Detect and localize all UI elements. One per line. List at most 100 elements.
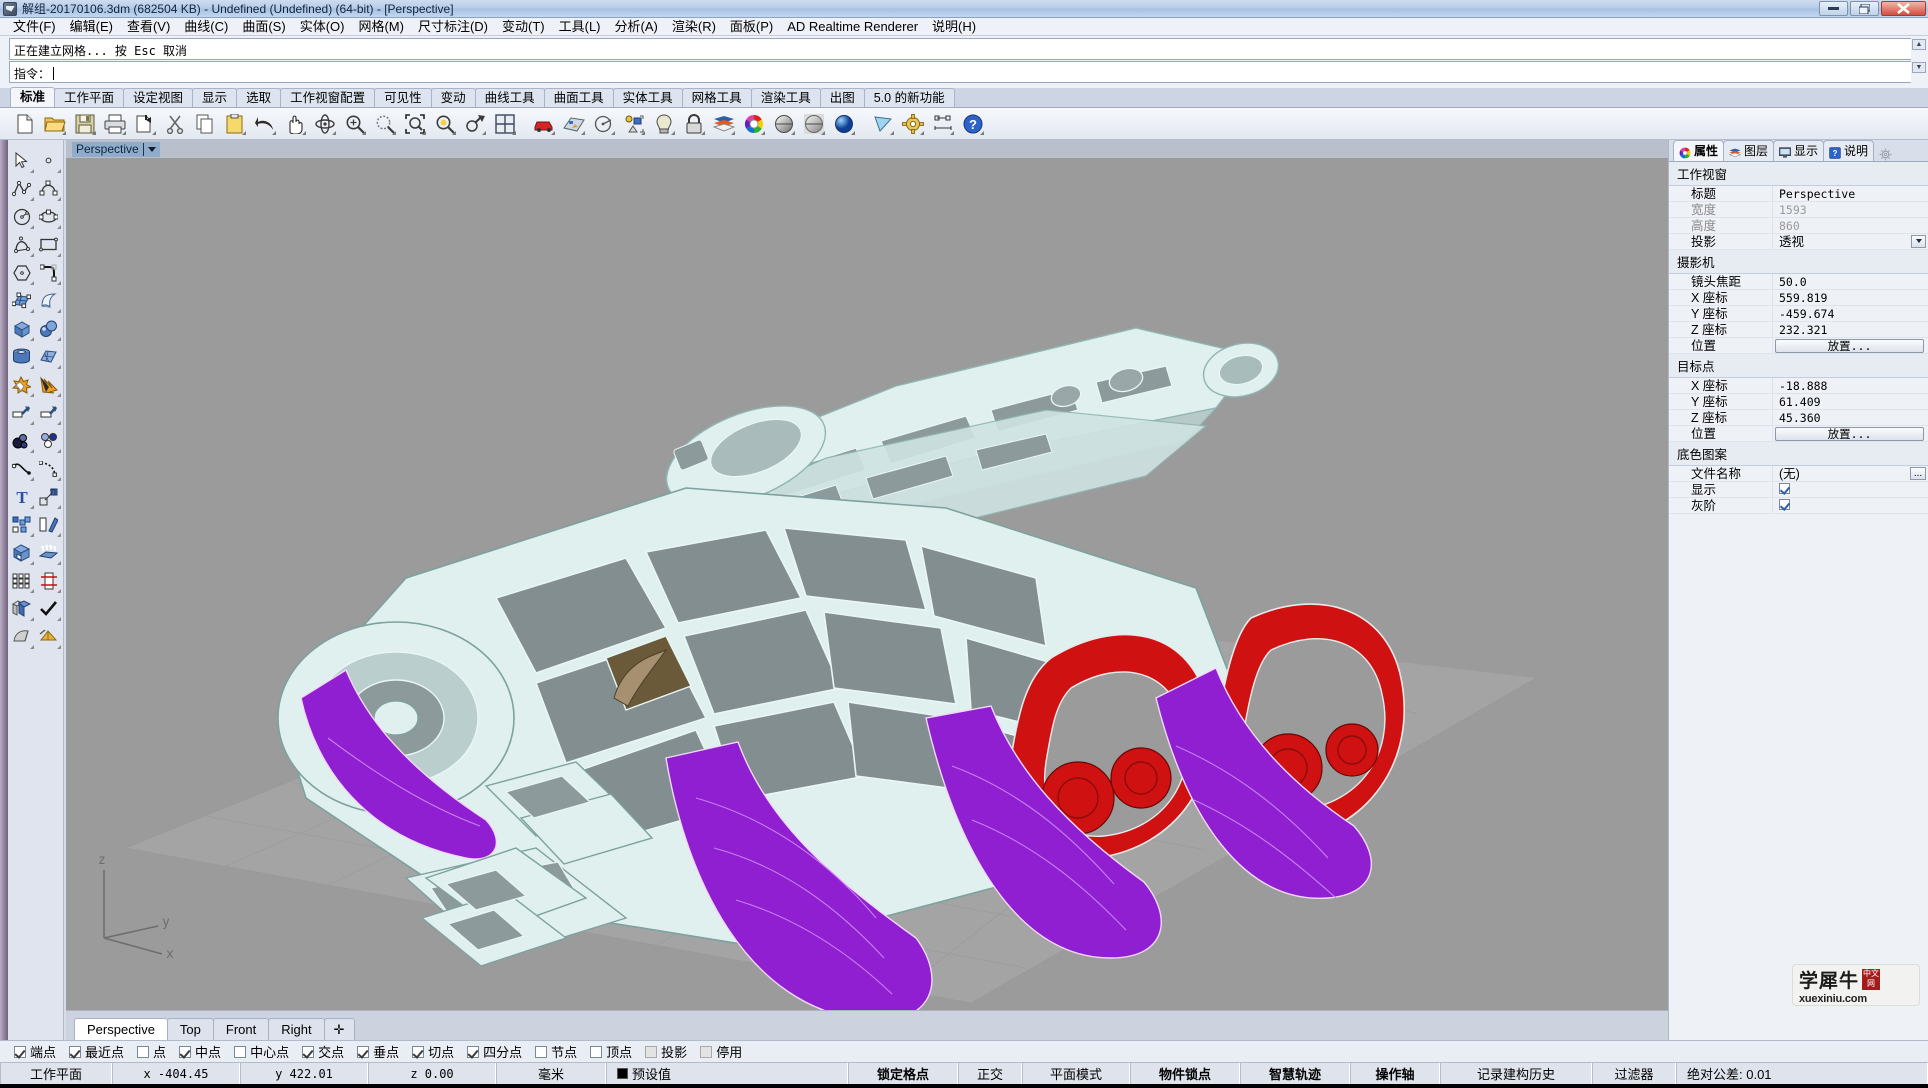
property-row-camera-z[interactable]: Z 座标 232.321: [1669, 321, 1928, 338]
ghosted-display-button[interactable]: [801, 111, 827, 137]
boolean-difference-tool[interactable]: [9, 596, 34, 621]
status-toggle-ortho[interactable]: 正交: [958, 1063, 1022, 1084]
loft-tool[interactable]: [36, 288, 61, 313]
color-button[interactable]: [741, 111, 767, 137]
lock-button[interactable]: [681, 111, 707, 137]
panel-tab-properties[interactable]: 属性: [1673, 140, 1725, 161]
osnap-intersection-checkbox[interactable]: [302, 1045, 315, 1058]
menu-tools[interactable]: 工具(L): [552, 18, 608, 36]
ribbon-tab-select[interactable]: 选取: [236, 88, 282, 107]
osnap-center[interactable]: 中心点: [234, 1042, 289, 1061]
osnap-perpendicular[interactable]: 垂点: [357, 1042, 399, 1061]
menu-file[interactable]: 文件(F): [6, 18, 63, 36]
osnap-near-checkbox[interactable]: [69, 1045, 82, 1058]
zoom-in-button[interactable]: [342, 111, 368, 137]
dimension-button[interactable]: [930, 111, 956, 137]
save-button[interactable]: [72, 111, 98, 137]
analyze-button[interactable]: [591, 111, 617, 137]
osnap-disable[interactable]: 停用: [700, 1042, 742, 1061]
grayscale-checkbox[interactable]: [1779, 498, 1790, 510]
property-row-show-wallpaper[interactable]: 显示: [1669, 481, 1928, 498]
render-tool[interactable]: [36, 624, 61, 649]
property-value-camera-z[interactable]: 232.321: [1773, 322, 1928, 338]
named-views-button[interactable]: [531, 111, 557, 137]
property-row-target-x[interactable]: X 座标 -18.888: [1669, 377, 1928, 394]
polygon-tool[interactable]: [9, 260, 34, 285]
osnap-vertex[interactable]: 顶点: [590, 1042, 632, 1061]
osnap-quadrant[interactable]: 四分点: [467, 1042, 522, 1061]
viewport-tab-front[interactable]: Front: [212, 1018, 270, 1040]
section-tool[interactable]: [36, 568, 61, 593]
scale-tool[interactable]: [36, 484, 61, 509]
osnap-project[interactable]: 投影: [645, 1042, 687, 1061]
property-row-grayscale[interactable]: 灰阶: [1669, 497, 1928, 514]
property-row-target-z[interactable]: Z 座标 45.360: [1669, 409, 1928, 426]
zoom-window-button[interactable]: [372, 111, 398, 137]
check-tool[interactable]: [36, 596, 61, 621]
menu-panels[interactable]: 面板(P): [723, 18, 780, 36]
property-row-camera-placement[interactable]: 位置 放置...: [1669, 337, 1928, 354]
ribbon-tab-surfacetools[interactable]: 曲面工具: [543, 88, 614, 107]
viewport-tab-right[interactable]: Right: [268, 1018, 325, 1040]
maximize-button[interactable]: [1850, 1, 1879, 16]
zoom-previous-button[interactable]: [462, 111, 488, 137]
help-button[interactable]: ?: [960, 111, 986, 137]
osnap-quadrant-checkbox[interactable]: [467, 1045, 480, 1058]
menu-edit[interactable]: 编辑(E): [63, 18, 120, 36]
mirror-tool[interactable]: [36, 512, 61, 537]
ellipse-tool[interactable]: [36, 204, 61, 229]
lights-button[interactable]: [651, 111, 677, 137]
ribbon-tab-cplane[interactable]: 工作平面: [54, 88, 125, 107]
extrude-tool[interactable]: [36, 540, 61, 565]
property-row-target-y[interactable]: Y 座标 61.409: [1669, 393, 1928, 410]
gear-icon[interactable]: [1879, 148, 1892, 161]
copy-button[interactable]: [192, 111, 218, 137]
osnap-tangent-checkbox[interactable]: [412, 1045, 425, 1058]
osnap-endpoint-checkbox[interactable]: [14, 1045, 26, 1058]
viewport-canvas[interactable]: z x y: [66, 158, 1668, 1010]
fillet-curve-tool[interactable]: [36, 260, 61, 285]
osnap-tangent[interactable]: 切点: [412, 1042, 454, 1061]
osnap-midpoint-checkbox[interactable]: [179, 1045, 192, 1058]
property-value-target-y[interactable]: 61.409: [1773, 394, 1928, 410]
show-wallpaper-checkbox[interactable]: [1779, 482, 1790, 494]
explode-tool[interactable]: [36, 372, 61, 397]
panel-tab-help[interactable]: ? 说明: [1823, 140, 1875, 161]
osnap-point-checkbox[interactable]: [137, 1045, 150, 1058]
paste-button[interactable]: [222, 111, 248, 137]
ribbon-tab-meshtools[interactable]: 网格工具: [681, 88, 752, 107]
new-button[interactable]: [12, 111, 38, 137]
property-value-filename[interactable]: (无) ...: [1773, 466, 1928, 482]
mesh-tool[interactable]: [36, 344, 61, 369]
panel-tab-layers[interactable]: 图层: [1723, 140, 1775, 161]
status-units[interactable]: 毫米: [496, 1063, 606, 1084]
curve-tool[interactable]: [36, 176, 61, 201]
cplane-button[interactable]: [561, 111, 587, 137]
ribbon-tab-standard[interactable]: 标准: [10, 87, 56, 107]
menu-analyze[interactable]: 分析(A): [608, 18, 665, 36]
ribbon-tab-whatsnew[interactable]: 5.0 的新功能: [863, 88, 955, 107]
viewport-tab-top[interactable]: Top: [166, 1018, 214, 1040]
command-prompt[interactable]: 指令：: [9, 61, 1911, 83]
property-row-target-placement[interactable]: 位置 放置...: [1669, 425, 1928, 442]
sphere-tool[interactable]: [36, 316, 61, 341]
osnap-project-checkbox[interactable]: [645, 1045, 658, 1058]
menu-view[interactable]: 查看(V): [120, 18, 177, 36]
blend-curve-tool[interactable]: [9, 456, 34, 481]
chevron-down-icon[interactable]: [147, 147, 156, 152]
ribbon-tab-rendertools[interactable]: 渲染工具: [750, 88, 821, 107]
target-place-button[interactable]: 放置...: [1775, 426, 1924, 441]
close-button[interactable]: [1881, 1, 1926, 16]
osnap-knot[interactable]: 节点: [535, 1042, 577, 1061]
offset-tool[interactable]: [36, 428, 61, 453]
ribbon-tab-solidtools[interactable]: 实体工具: [612, 88, 683, 107]
property-value-title[interactable]: Perspective: [1773, 186, 1928, 202]
flat-shade-button[interactable]: [870, 111, 896, 137]
osnap-intersection[interactable]: 交点: [302, 1042, 344, 1061]
extend-curve-tool[interactable]: [36, 456, 61, 481]
viewport-title[interactable]: Perspective: [72, 142, 160, 157]
viewport-tab-add[interactable]: ✛: [323, 1018, 355, 1040]
export-button[interactable]: [132, 111, 158, 137]
options-button[interactable]: [900, 111, 926, 137]
property-value-show-wallpaper[interactable]: [1773, 482, 1928, 498]
